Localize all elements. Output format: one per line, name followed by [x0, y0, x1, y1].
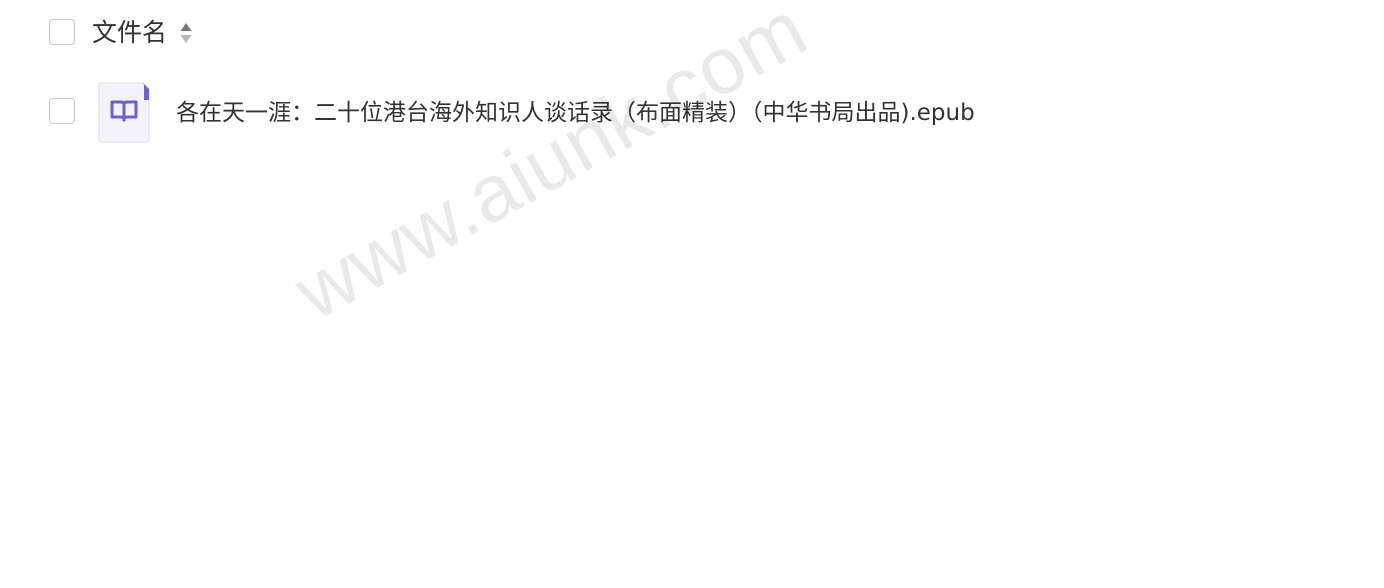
table-header-row: 文件名 — [0, 0, 1384, 66]
file-name-link[interactable]: 各在天一涯：二十位港台海外知识人谈话录（布面精装）（中华书局出品).epub — [176, 96, 975, 130]
row-checkbox[interactable] — [49, 98, 75, 124]
book-icon — [98, 82, 150, 143]
table-row[interactable]: 各在天一涯：二十位港台海外知识人谈话录（布面精装）（中华书局出品).epub — [0, 78, 1384, 148]
select-all-checkbox[interactable] — [49, 19, 75, 45]
column-title-filename[interactable]: 文件名 — [92, 16, 167, 50]
sort-updown-icon[interactable] — [179, 21, 193, 45]
